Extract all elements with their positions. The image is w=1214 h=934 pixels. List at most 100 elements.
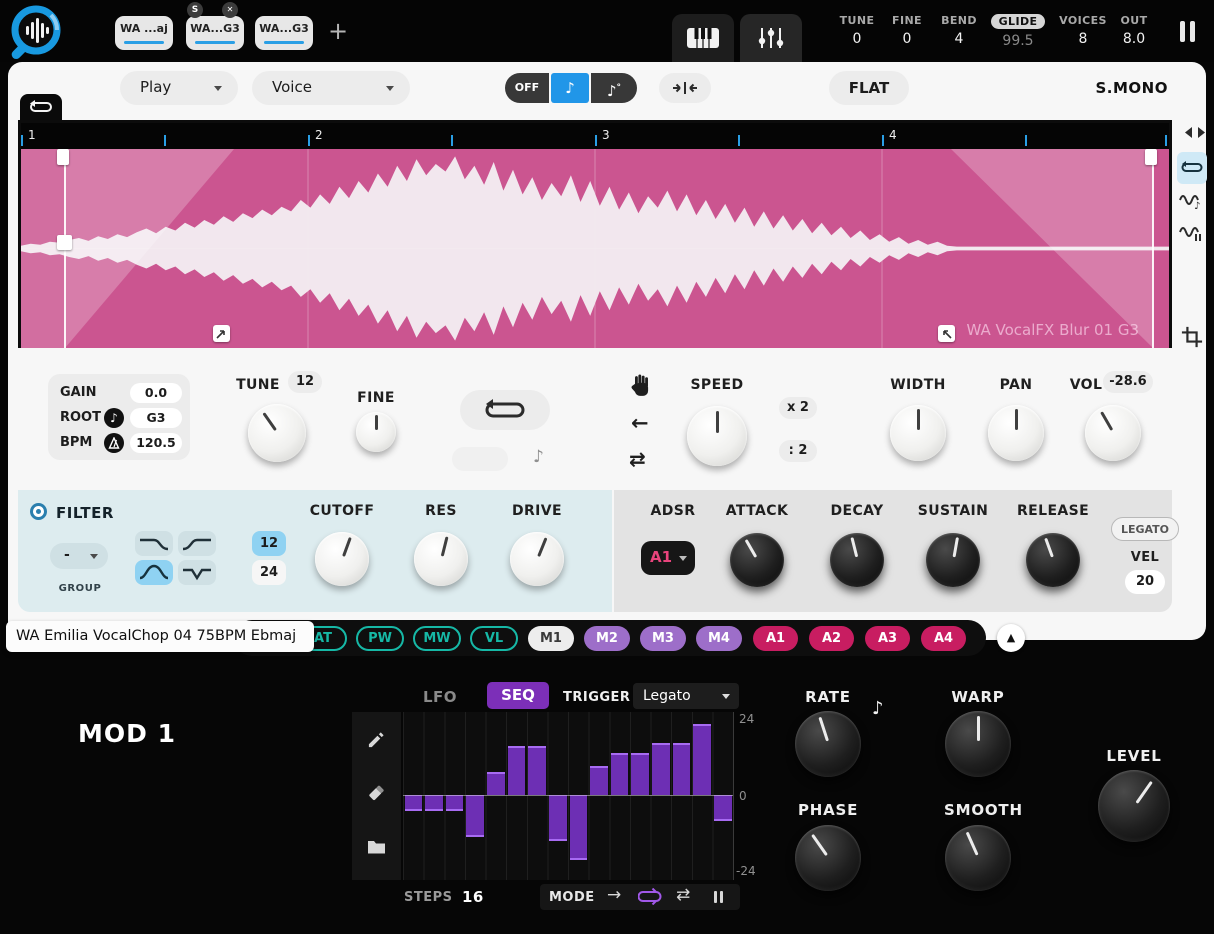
seq-step[interactable]: [549, 795, 567, 841]
tune-value-badge[interactable]: 12: [288, 371, 322, 393]
header-param-out[interactable]: OUT 8.0: [1106, 14, 1162, 47]
seq-step[interactable]: [590, 766, 608, 795]
seq-step[interactable]: [466, 795, 484, 837]
legato-button[interactable]: LEGATO: [1111, 517, 1179, 541]
vol-value-badge[interactable]: -28.6: [1103, 371, 1153, 393]
snap-to-zero-button[interactable]: [659, 73, 711, 103]
collapse-panel-button[interactable]: ▲: [997, 624, 1025, 652]
header-param-fine[interactable]: FINE 0: [879, 14, 935, 47]
pencil-tool-icon[interactable]: [367, 730, 386, 749]
play-mode-dropdown[interactable]: Play: [120, 71, 238, 105]
start-marker-top-handle[interactable]: [57, 149, 69, 165]
source-m3-button[interactable]: M3: [640, 626, 686, 651]
drive-knob[interactable]: [510, 532, 564, 586]
fine-knob[interactable]: [356, 412, 396, 452]
filter-slope-24-button[interactable]: 24: [252, 560, 286, 585]
hand-drag-icon[interactable]: [630, 374, 652, 398]
pitch-tool-button[interactable]: ♪: [1179, 190, 1205, 216]
flat-button[interactable]: FLAT: [829, 71, 909, 105]
loop-mode-tab[interactable]: [20, 94, 62, 120]
bpm-value[interactable]: 120.5: [130, 433, 182, 453]
seq-step[interactable]: [508, 746, 526, 795]
filter-bandpass-button[interactable]: [135, 560, 173, 585]
source-pw-button[interactable]: PW: [356, 626, 404, 651]
cutoff-knob[interactable]: [315, 532, 369, 586]
tab-mixer-view[interactable]: [740, 14, 802, 62]
source-a3-button[interactable]: A3: [865, 626, 910, 651]
close-tab-icon[interactable]: ✕: [222, 2, 238, 18]
crop-icon[interactable]: [1181, 326, 1203, 348]
decay-knob[interactable]: [830, 533, 884, 587]
seq-step[interactable]: [693, 724, 711, 796]
voice-mode-dropdown[interactable]: Voice: [252, 71, 410, 105]
sync-off-button[interactable]: OFF: [505, 73, 549, 103]
mode-forward-icon[interactable]: →: [607, 885, 621, 905]
smooth-knob[interactable]: [945, 825, 1011, 891]
tab-seq[interactable]: SEQ: [487, 682, 549, 709]
sync-triplet-button[interactable]: ♪°: [591, 73, 637, 103]
loop-length-display[interactable]: [452, 447, 508, 471]
mode-loop-icon[interactable]: [638, 888, 662, 905]
pan-knob[interactable]: [988, 405, 1044, 461]
seq-step[interactable]: [528, 746, 546, 795]
release-knob[interactable]: [1026, 533, 1080, 587]
sync-note-button[interactable]: ♪: [551, 73, 589, 103]
source-m4-button[interactable]: M4: [696, 626, 742, 651]
header-param-bend[interactable]: BEND 4: [931, 14, 987, 47]
step-sequencer-grid[interactable]: [403, 712, 733, 880]
scroll-arrows-icon[interactable]: [1183, 126, 1207, 139]
solo-badge[interactable]: S: [187, 2, 203, 18]
source-a2-button[interactable]: A2: [809, 626, 854, 651]
loop-tool-button[interactable]: [1177, 152, 1207, 184]
res-knob[interactable]: [414, 532, 468, 586]
preset-tab-1[interactable]: WA ...aj: [115, 16, 173, 50]
source-m1-button[interactable]: M1: [528, 626, 574, 651]
end-marker-top-handle[interactable]: [1145, 149, 1157, 165]
attack-knob[interactable]: [730, 533, 784, 587]
seq-step[interactable]: [405, 795, 423, 811]
mode-pingpong-icon[interactable]: ⇄: [676, 885, 690, 905]
tune-knob[interactable]: [248, 404, 306, 462]
stretch-tool-button[interactable]: [1179, 222, 1205, 248]
seq-step[interactable]: [673, 743, 691, 795]
rate-knob[interactable]: [795, 711, 861, 777]
folder-tool-icon[interactable]: [367, 838, 386, 854]
preset-tab-3[interactable]: WA...G3: [255, 16, 313, 50]
tab-keyboard-view[interactable]: [672, 14, 734, 62]
header-param-glide[interactable]: GLIDE 99.5: [988, 14, 1048, 49]
steps-value[interactable]: 16: [462, 888, 484, 906]
loop-toggle-button[interactable]: [460, 390, 550, 430]
shuffle-icon[interactable]: ⇄: [629, 447, 646, 471]
phase-knob[interactable]: [795, 825, 861, 891]
level-knob[interactable]: [1098, 770, 1170, 842]
add-tab-button[interactable]: +: [328, 17, 348, 45]
seq-step[interactable]: [446, 795, 464, 811]
seq-step[interactable]: [570, 795, 588, 860]
end-marker[interactable]: [1152, 149, 1154, 348]
gain-value[interactable]: 0.0: [130, 383, 182, 403]
tab-lfo[interactable]: LFO: [423, 688, 457, 706]
speed-knob[interactable]: [687, 406, 747, 466]
warp-knob[interactable]: [945, 711, 1011, 777]
source-a1-button[interactable]: A1: [753, 626, 798, 651]
preset-tab-2[interactable]: WA...G3: [186, 16, 244, 50]
seq-step[interactable]: [611, 753, 629, 795]
speed-half-badge[interactable]: : 2: [779, 440, 817, 462]
mode-pause-icon[interactable]: [714, 891, 726, 903]
seq-step[interactable]: [425, 795, 443, 811]
timeline-ruler[interactable]: 1 2 3 4: [21, 123, 1169, 149]
header-param-voices[interactable]: VOICES 8: [1053, 14, 1113, 47]
filter-notch-button[interactable]: [178, 560, 216, 585]
waveform-display[interactable]: WA VocalFX Blur 01 G3: [21, 149, 1169, 348]
eraser-tool-icon[interactable]: [366, 782, 387, 803]
fade-in-handle[interactable]: [213, 325, 230, 342]
filter-group-dropdown[interactable]: -: [50, 543, 108, 569]
source-a4-button[interactable]: A4: [921, 626, 966, 651]
seq-step[interactable]: [714, 795, 732, 821]
smono-button[interactable]: S.MONO: [1082, 79, 1168, 97]
filter-lowpass-button[interactable]: [135, 531, 173, 556]
adsr-slot-dropdown[interactable]: A1: [641, 541, 695, 575]
vel-value-badge[interactable]: 20: [1125, 570, 1165, 594]
header-param-tune[interactable]: TUNE 0: [829, 14, 885, 47]
vol-knob[interactable]: [1085, 405, 1141, 461]
